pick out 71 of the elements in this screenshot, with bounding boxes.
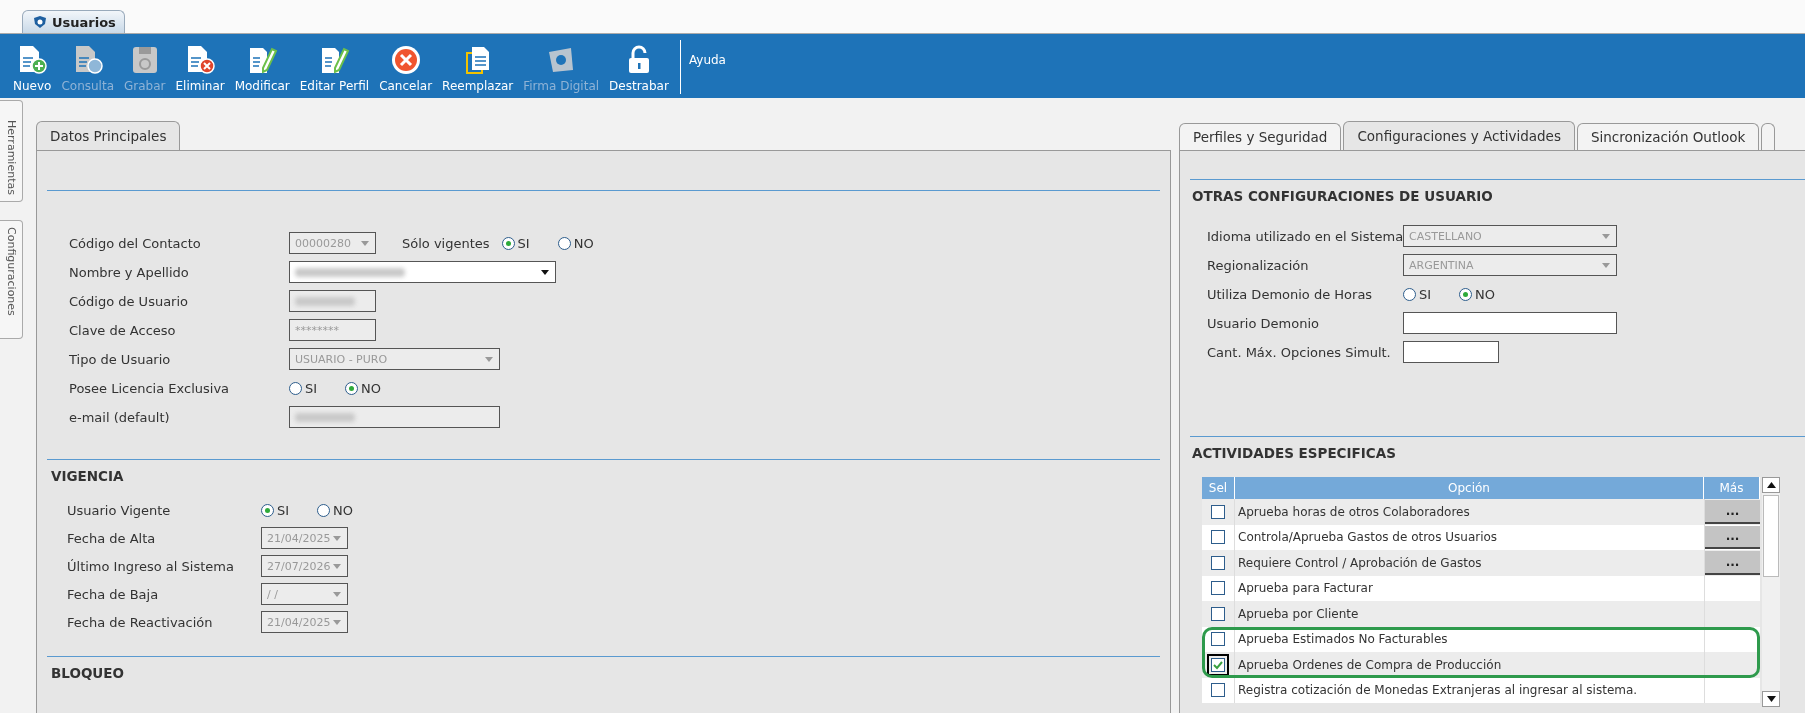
toolbar-button[interactable]: Editar Perfil — [294, 34, 375, 98]
scrollbar[interactable] — [1762, 477, 1780, 707]
help-link[interactable]: Ayuda — [688, 53, 726, 67]
scroll-down-icon[interactable] — [1762, 691, 1780, 707]
window-tab[interactable]: Usuarios — [22, 10, 125, 33]
radio-option[interactable]: SI — [289, 380, 318, 396]
radio-option[interactable]: NO — [317, 502, 354, 518]
field-label: Fecha de Reactivación — [67, 614, 214, 630]
shield-icon — [33, 15, 47, 29]
table-cell-text: Controla/Aprueba Gastos de otros Usuarios — [1237, 529, 1499, 547]
field-label: Último Ingreso al Sistema — [67, 558, 235, 574]
field-label: Clave de Acceso — [69, 322, 177, 338]
table-cell-text: Requiere Control / Aprobación de Gastos — [1237, 554, 1483, 572]
panel-tab[interactable]: Configuraciones y Actividades — [1343, 121, 1575, 150]
section-heading: ACTIVIDADES ESPECIFICAS — [1191, 444, 1397, 461]
radio-option[interactable]: SI — [1403, 286, 1432, 302]
table-cell-text: Aprueba por Cliente — [1237, 605, 1360, 623]
table-cell-text: Aprueba horas de otros Colaboradores — [1237, 503, 1471, 521]
field-label: Tipo de Usuario — [69, 351, 172, 367]
radio-option[interactable]: SI — [261, 502, 290, 518]
scroll-up-icon[interactable] — [1762, 477, 1780, 493]
field-label: Fecha de Alta — [67, 530, 157, 546]
checkbox[interactable] — [1211, 504, 1225, 519]
checkbox[interactable] — [1211, 632, 1225, 647]
toolbar-button[interactable]: Eliminar — [170, 34, 230, 98]
panel-tab[interactable]: Datos Principales — [36, 121, 181, 150]
panel-tab[interactable]: Perfiles y Seguridad — [1179, 123, 1342, 150]
field-label: Utiliza Demonio de Horas — [1207, 286, 1374, 302]
panel-tab[interactable]: Sincronización Outlook — [1576, 123, 1760, 150]
toolbar-button[interactable]: Modificar — [229, 34, 295, 98]
table-cell-text: Aprueba para Facturar — [1237, 580, 1374, 598]
dropdown[interactable] — [289, 261, 556, 283]
section-heading: VIGENCIA — [50, 467, 125, 484]
section-heading: OTRAS CONFIGURACIONES DE USUARIO — [1191, 187, 1494, 204]
input-field[interactable] — [1403, 341, 1499, 363]
checkbox[interactable] — [1211, 683, 1225, 698]
field-label: Código de Usuario — [69, 293, 190, 309]
side-tab[interactable]: Configuraciones — [0, 220, 23, 339]
table-cell-text: Aprueba Estimados No Facturables — [1237, 631, 1449, 649]
checkbox[interactable] — [1211, 530, 1225, 545]
panel-tab[interactable] — [1761, 123, 1776, 150]
table-cell-text: Registra cotización de Monedas Extranjeras al ingresar al sistema. — [1237, 682, 1639, 700]
more-button[interactable]: ... — [1705, 551, 1760, 575]
field-label: Cant. Máx. Opciones Simult. — [1207, 344, 1392, 360]
toolbar-button[interactable]: Reemplazar — [437, 34, 519, 98]
toolbar-button[interactable]: Destrabar — [604, 34, 674, 98]
field-label: e-mail (default) — [69, 409, 171, 425]
field-label: Código del Contacto — [69, 235, 202, 251]
checkbox[interactable] — [1211, 657, 1225, 672]
input-field[interactable] — [1403, 312, 1617, 334]
radio-option[interactable]: NO — [1459, 286, 1496, 302]
field-label: Nombre y Apellido — [69, 264, 190, 280]
field-label: Regionalización — [1207, 257, 1310, 273]
checkbox[interactable] — [1211, 581, 1225, 596]
more-button[interactable]: ... — [1705, 500, 1760, 524]
field-label: Posee Licencia Exclusiva — [69, 380, 231, 396]
field-label: Sólo vigentes — [402, 235, 490, 251]
field-label: Fecha de Baja — [67, 586, 160, 602]
table-cell-text: Aprueba Ordenes de Compra de Producción — [1237, 656, 1503, 674]
cancel-icon — [389, 44, 422, 76]
checkbox[interactable] — [1211, 606, 1225, 621]
toolbar-button[interactable]: Cancelar — [374, 34, 438, 98]
side-tab[interactable]: Herramientas — [0, 100, 23, 202]
radio-option[interactable]: NO — [345, 380, 382, 396]
section-heading: BLOQUEO — [50, 664, 126, 681]
more-button[interactable]: ... — [1705, 525, 1760, 549]
checkbox[interactable] — [1211, 555, 1225, 570]
field-label: Idioma utilizado en el Sistema — [1207, 228, 1403, 244]
field-label: Usuario Vigente — [67, 502, 172, 518]
toolbar-button[interactable]: Nuevo — [8, 34, 57, 98]
field-label: Usuario Demonio — [1207, 315, 1320, 331]
